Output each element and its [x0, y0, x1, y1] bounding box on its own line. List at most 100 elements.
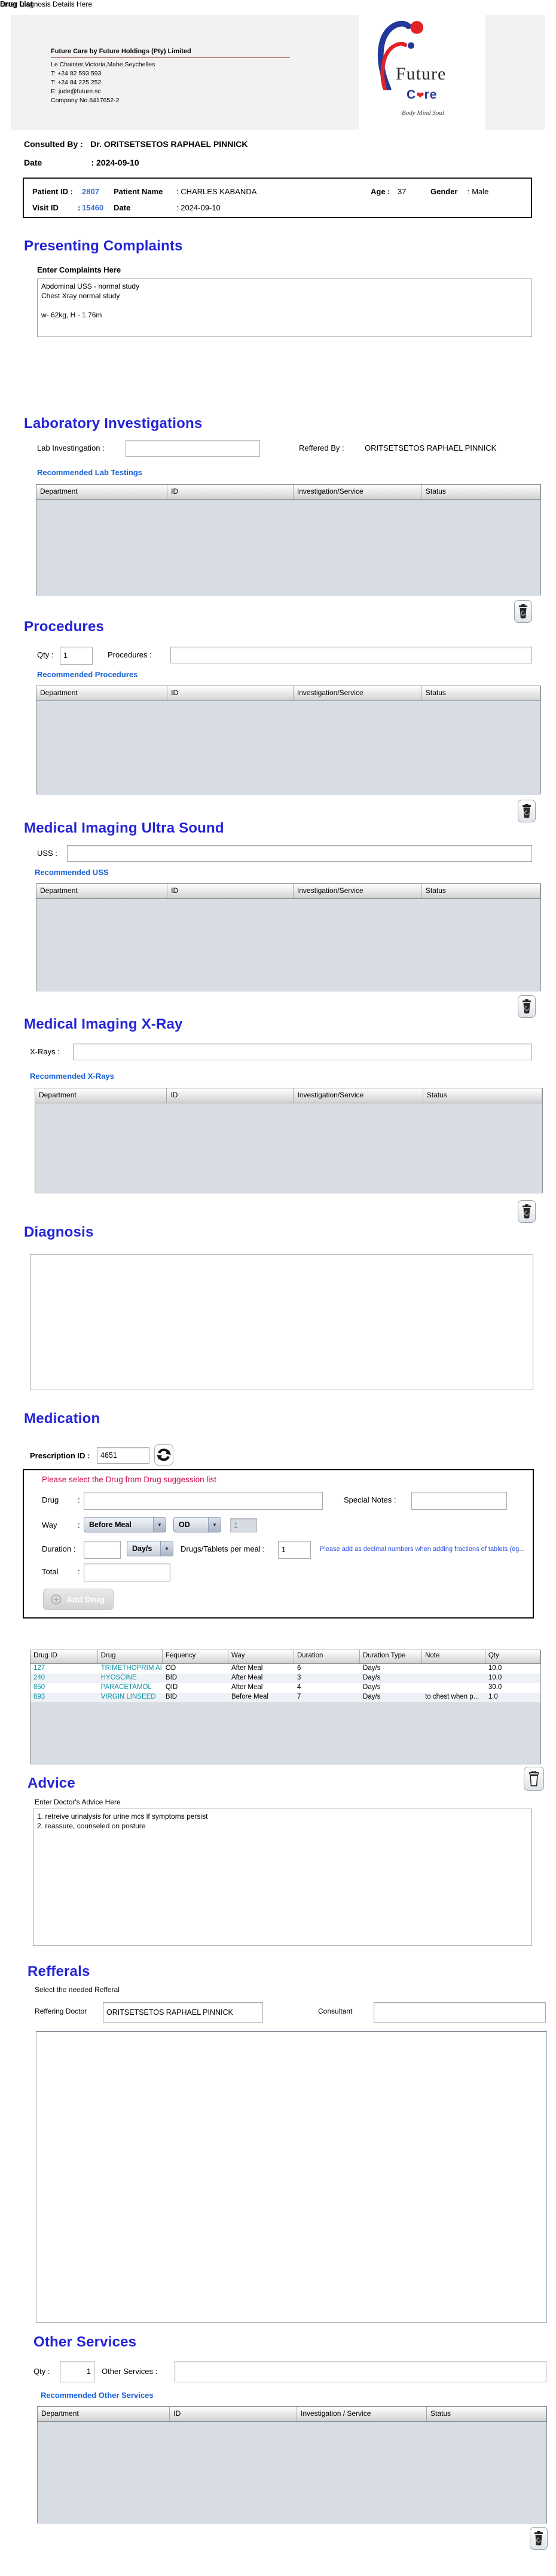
xray-label: X-Rays : [30, 1047, 60, 1056]
other-qty-input[interactable] [60, 2361, 94, 2382]
xray-table[interactable]: Department ID Investigation/Service Status [35, 1088, 543, 1194]
procedures-clear-trash-button[interactable] [518, 800, 536, 822]
drug-table-cell: 4 [297, 1684, 301, 1691]
consultant-input[interactable] [374, 2002, 546, 2023]
diagnosis-textarea[interactable] [30, 1254, 533, 1390]
visit-date-value: : 2024-09-10 [176, 203, 221, 212]
date-label: Date [24, 158, 42, 167]
special-notes-input[interactable] [411, 1492, 507, 1510]
prescription-id-input[interactable] [97, 1447, 149, 1464]
visit-id-value: 15460 [82, 203, 104, 212]
consulted-by-label: Consulted By : [24, 139, 83, 149]
special-notes-label: Special Notes : [344, 1495, 396, 1504]
column-header: ID [167, 485, 294, 499]
drug-table-header: Drug ID Drug Fequency Way Duration Duration T… [30, 1650, 540, 1664]
lab-investigation-input[interactable] [126, 440, 260, 457]
trash-icon [523, 999, 531, 1014]
uss-clear-trash-button[interactable] [518, 995, 536, 1018]
uss-table[interactable]: Department ID Investigation/Service Status [36, 883, 541, 992]
date-value: : 2024-09-10 [91, 158, 139, 167]
patient-name-value: : CHARLES KABANDA [176, 187, 257, 196]
drug-table-cell: 1.0 [488, 1693, 498, 1700]
other-services-input[interactable] [175, 2361, 546, 2382]
complaints-textarea[interactable]: Abdominal USS - normal study Chest Xray … [37, 279, 532, 337]
company-info: Future Care by Future Holdings (Pty) Lim… [51, 48, 290, 105]
referring-doctor-input[interactable] [103, 2002, 263, 2023]
xray-clear-trash-button[interactable] [518, 1200, 536, 1223]
column-header: Drug ID [30, 1650, 98, 1663]
procedures-table[interactable]: Department ID Investigation/Service Status [36, 686, 541, 795]
heart-icon: ❤ [416, 91, 424, 101]
lab-table[interactable]: Department ID Investigation/Service Status [36, 484, 541, 596]
drug-table-cell [422, 1664, 485, 1674]
column-header: Investigation / Service [297, 2407, 427, 2421]
age-value: 37 [398, 187, 407, 196]
company-phone2: T: +24 84 225 252 [51, 79, 102, 86]
section-heading-xray: Medical Imaging X-Ray [24, 1016, 183, 1032]
drug-table-row[interactable]: 240 HYOSCINE BID After Meal 3 Day/s 10.0 [30, 1674, 540, 1683]
column-header: Qty [485, 1650, 540, 1663]
procedures-table-header: Department ID Investigation/Service Status [36, 686, 540, 701]
way-colon: : [78, 1520, 80, 1529]
column-header: Investigation/Service [294, 1088, 423, 1103]
company-email: E: jude@future.sc [51, 88, 101, 95]
drug-label: Drug [42, 1495, 59, 1504]
drug-table-row[interactable]: 850 PARACETAMOL QID After Meal 4 Day/s 30.0 [30, 1683, 540, 1693]
drug-table-cell: TRIMETHOPRIM AI [100, 1665, 162, 1672]
drug-table-cell: 10.0 [488, 1674, 502, 1681]
recommended-other-services-link[interactable]: Recommended Other Services [41, 2391, 154, 2400]
drug-table-row[interactable]: 127 TRIMETHOPRIM AI OD After Meal 6 Day/s 10.0 [30, 1664, 540, 1674]
total-input[interactable] [84, 1564, 170, 1581]
column-header: Department [35, 1088, 167, 1103]
uss-label: USS : [37, 849, 57, 858]
section-heading-laboratory: Laboratory Investigations [24, 415, 203, 432]
drug-input[interactable] [84, 1492, 323, 1510]
procedures-qty-input[interactable] [60, 647, 93, 665]
drug-list-table[interactable]: Drug ID Drug Fequency Way Duration Duration T… [30, 1650, 541, 1764]
way-frequency-select[interactable]: OD ▼ [173, 1517, 221, 1532]
column-header: Status [421, 884, 540, 898]
uss-input[interactable] [67, 845, 532, 862]
total-label: Total [42, 1567, 59, 1576]
drug-table-row[interactable]: 893 VIRGIN LINSEED BID Before Meal 7 Day/s to … [30, 1693, 540, 1702]
column-header: Department [36, 884, 168, 898]
other-services-table[interactable]: Department ID Investigation / Service Statu… [37, 2406, 547, 2524]
duration-input[interactable] [84, 1541, 121, 1559]
consulted-by-line: Consulted By : Dr. ORITSETSETOS RAPHAEL … [24, 139, 248, 150]
recommended-procedures-link[interactable]: Recommended Procedures [37, 670, 138, 679]
section-heading-diagnosis: Diagnosis [24, 1224, 94, 1240]
advice-textarea[interactable]: 1. retreive urinalysis for urine mcs if … [33, 1809, 532, 1946]
column-header: Department [38, 2407, 170, 2421]
drug-table-cell: After Meal [231, 1665, 263, 1672]
drug-table-cell: BID [165, 1674, 178, 1681]
add-drug-label: Add Drug [66, 1595, 105, 1604]
add-drug-panel: Please select the Drug from Drug suggess… [23, 1469, 534, 1619]
lab-table-body [36, 500, 540, 596]
drug-table-cell: After Meal [231, 1674, 263, 1681]
recommended-lab-testings-link[interactable]: Recommended Lab Testings [37, 468, 142, 477]
referral-list-box[interactable] [36, 2031, 547, 2323]
add-drug-button[interactable]: Add Drug [43, 1589, 114, 1610]
procedures-input[interactable] [170, 647, 532, 663]
lab-clear-trash-button[interactable] [514, 600, 532, 623]
column-header: Status [421, 485, 540, 499]
visit-id-label: Visit ID [32, 203, 59, 212]
refresh-prescription-button[interactable] [154, 1444, 173, 1466]
lab-investigation-label: Lab Investingation : [37, 443, 105, 452]
drug-list-trash-button[interactable] [524, 1767, 544, 1791]
per-meal-input[interactable] [278, 1541, 311, 1559]
drug-table-cell: PARACETAMOL [100, 1684, 152, 1691]
duration-unit-select[interactable]: Day/s ▼ [127, 1541, 173, 1556]
xray-input[interactable] [73, 1044, 532, 1060]
other-table-body [38, 2422, 546, 2524]
xray-table-body [35, 1103, 542, 1194]
total-colon: : [78, 1567, 80, 1576]
recommended-uss-link[interactable]: Recommended USS [35, 868, 109, 877]
recommended-xray-link[interactable]: Recommended X-Rays [30, 1072, 114, 1081]
drug-table-cell: After Meal [231, 1684, 263, 1691]
way-meal-select[interactable]: Before Meal ▼ [84, 1517, 166, 1532]
column-header: Department [36, 686, 168, 700]
other-services-trash-button[interactable] [530, 2527, 548, 2550]
drug-table-cell: 3 [297, 1674, 301, 1681]
column-header: ID [167, 686, 294, 700]
